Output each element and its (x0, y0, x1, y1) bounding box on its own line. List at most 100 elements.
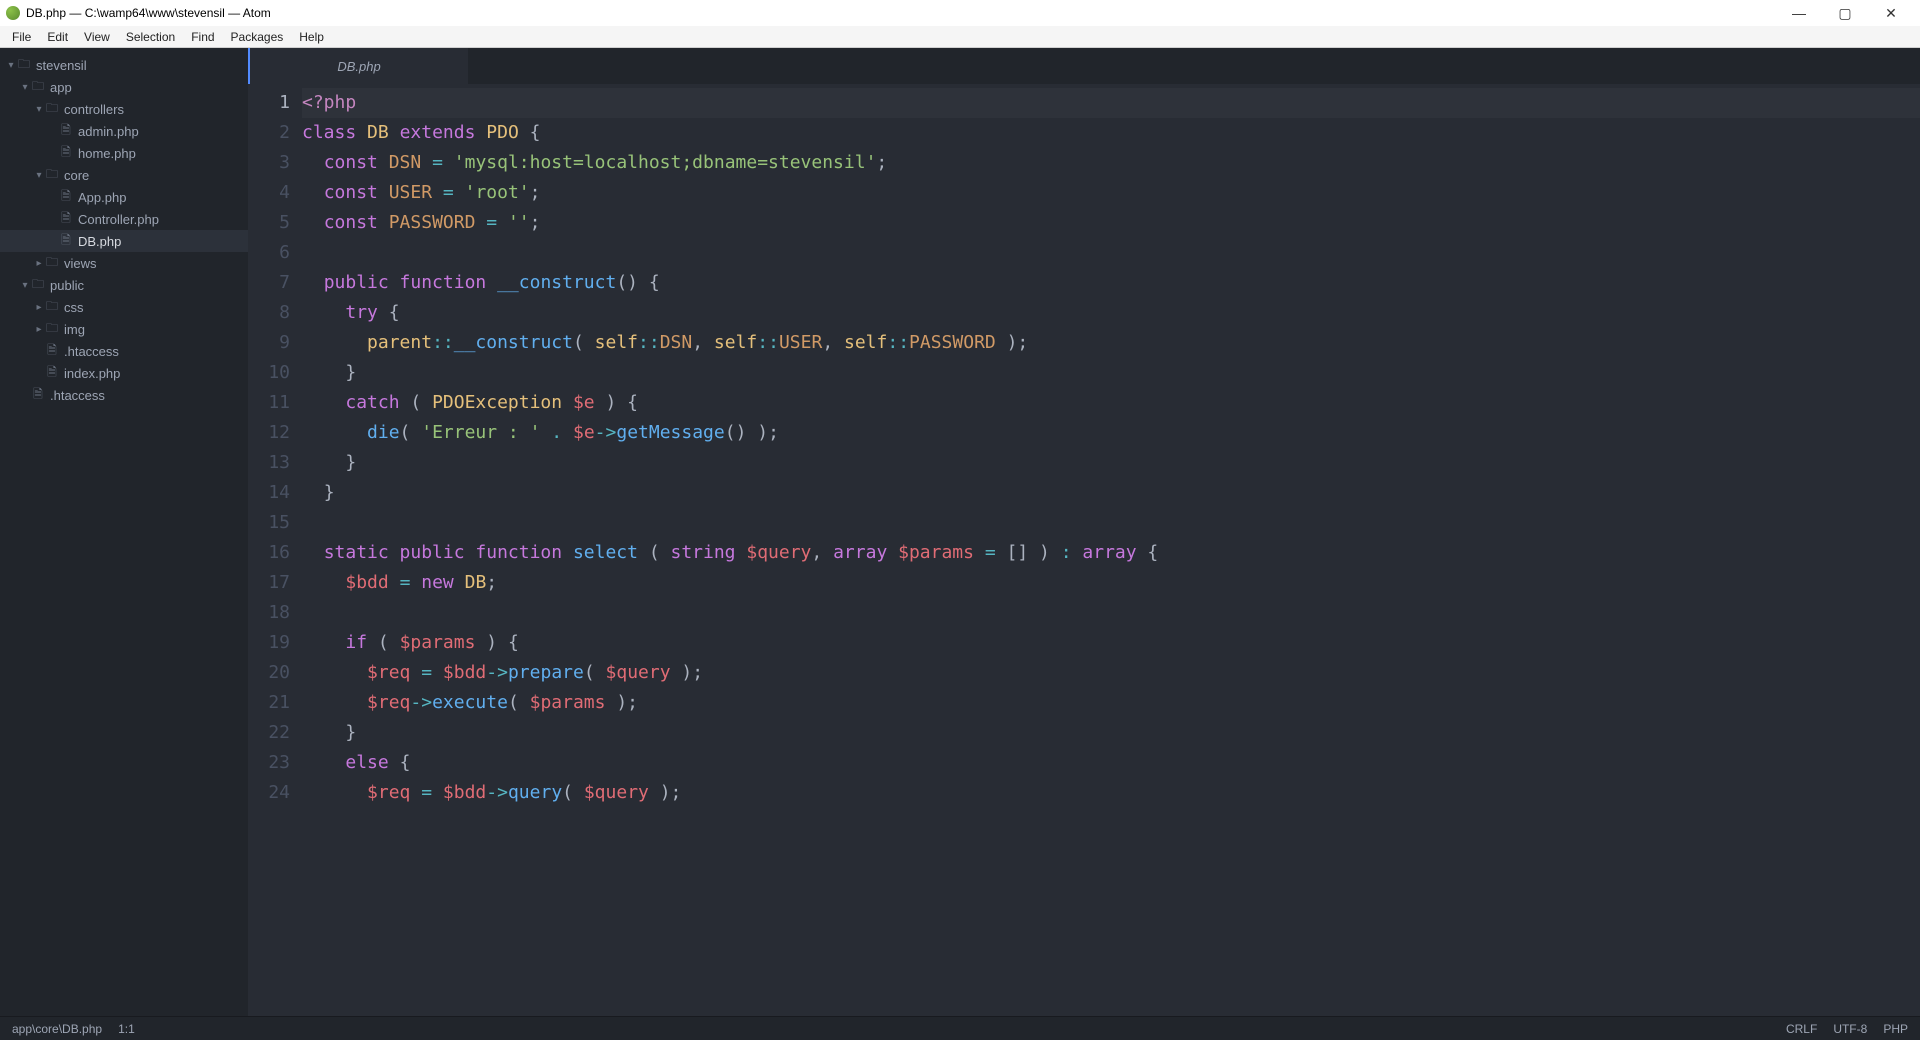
tree-folder-public[interactable]: public (0, 274, 248, 296)
line-number: 20 (248, 658, 290, 688)
code-editor[interactable]: 123456789101112131415161718192021222324 … (248, 84, 1920, 1016)
code-line[interactable]: const PASSWORD = ''; (302, 208, 1920, 238)
tree-folder-img[interactable]: img (0, 318, 248, 340)
menu-edit[interactable]: Edit (39, 30, 76, 44)
line-number: 12 (248, 418, 290, 448)
tree-item-label: css (64, 300, 84, 315)
code-line[interactable]: $req = $bdd->prepare( $query ); (302, 658, 1920, 688)
status-encoding[interactable]: UTF-8 (1833, 1022, 1867, 1036)
status-language[interactable]: PHP (1883, 1022, 1908, 1036)
disclosure-icon[interactable] (34, 170, 44, 181)
line-number: 7 (248, 268, 290, 298)
code-line[interactable]: try { (302, 298, 1920, 328)
disclosure-icon[interactable] (6, 60, 16, 71)
close-button[interactable]: ✕ (1868, 5, 1914, 22)
disclosure-icon[interactable] (20, 82, 30, 93)
menu-find[interactable]: Find (183, 30, 222, 44)
code-line[interactable]: } (302, 358, 1920, 388)
file-icon (58, 187, 74, 208)
tree-item-label: admin.php (78, 124, 139, 139)
status-eol[interactable]: CRLF (1786, 1022, 1817, 1036)
code-line[interactable]: $req = $bdd->query( $query ); (302, 778, 1920, 808)
menu-view[interactable]: View (76, 30, 118, 44)
maximize-button[interactable]: ▢ (1822, 5, 1868, 22)
code-line[interactable]: } (302, 478, 1920, 508)
file-icon (30, 385, 46, 406)
disclosure-icon[interactable] (20, 280, 30, 291)
code-content[interactable]: <?phpclass DB extends PDO { const DSN = … (302, 84, 1920, 1016)
tree-file-db-php[interactable]: DB.php (0, 230, 248, 252)
code-line[interactable]: class DB extends PDO { (302, 118, 1920, 148)
disclosure-icon[interactable] (34, 104, 44, 115)
menu-bar: FileEditViewSelectionFindPackagesHelp (0, 26, 1920, 48)
tree-folder-core[interactable]: core (0, 164, 248, 186)
file-icon (44, 341, 60, 362)
line-number: 17 (248, 568, 290, 598)
code-line[interactable]: parent::__construct( self::DSN, self::US… (302, 328, 1920, 358)
line-number-gutter: 123456789101112131415161718192021222324 (248, 84, 302, 1016)
line-number: 6 (248, 238, 290, 268)
disclosure-icon[interactable] (34, 258, 44, 269)
menu-help[interactable]: Help (291, 30, 332, 44)
tree-folder-controllers[interactable]: controllers (0, 98, 248, 120)
folder-icon (30, 77, 46, 98)
tree-file-index-php[interactable]: index.php (0, 362, 248, 384)
tree-file-admin-php[interactable]: admin.php (0, 120, 248, 142)
tree-file--htaccess[interactable]: .htaccess (0, 384, 248, 406)
file-icon (58, 121, 74, 142)
code-line[interactable] (302, 238, 1920, 268)
file-icon (58, 231, 74, 252)
tree-folder-app[interactable]: app (0, 76, 248, 98)
tree-item-label: .htaccess (64, 344, 119, 359)
menu-packages[interactable]: Packages (223, 30, 292, 44)
line-number: 22 (248, 718, 290, 748)
tab-bar: DB.php (248, 48, 1920, 84)
code-line[interactable]: else { (302, 748, 1920, 778)
tree-folder-stevensil[interactable]: stevensil (0, 54, 248, 76)
menu-selection[interactable]: Selection (118, 30, 183, 44)
line-number: 19 (248, 628, 290, 658)
tab-label: DB.php (337, 59, 380, 74)
code-line[interactable]: $bdd = new DB; (302, 568, 1920, 598)
code-line[interactable]: } (302, 718, 1920, 748)
line-number: 5 (248, 208, 290, 238)
status-bar: app\core\DB.php 1:1 CRLF UTF-8 PHP (0, 1016, 1920, 1040)
code-line[interactable]: <?php (302, 88, 1920, 118)
code-line[interactable]: die( 'Erreur : ' . $e->getMessage() ); (302, 418, 1920, 448)
editor-area: DB.php 123456789101112131415161718192021… (248, 48, 1920, 1016)
tree-item-label: DB.php (78, 234, 121, 249)
minimize-button[interactable]: — (1776, 5, 1822, 21)
tree-file-controller-php[interactable]: Controller.php (0, 208, 248, 230)
tree-file--htaccess[interactable]: .htaccess (0, 340, 248, 362)
window-title: DB.php — C:\wamp64\www\stevensil — Atom (26, 6, 1776, 20)
tab-db-php[interactable]: DB.php (248, 48, 468, 84)
file-icon (58, 143, 74, 164)
code-line[interactable]: static public function select ( string $… (302, 538, 1920, 568)
status-cursor[interactable]: 1:1 (118, 1022, 135, 1036)
code-line[interactable] (302, 508, 1920, 538)
tree-file-home-php[interactable]: home.php (0, 142, 248, 164)
tree-file-app-php[interactable]: App.php (0, 186, 248, 208)
file-tree[interactable]: stevensilapp controllers admin.php home.php… (0, 48, 248, 1016)
line-number: 3 (248, 148, 290, 178)
disclosure-icon[interactable] (34, 302, 44, 313)
code-line[interactable]: const USER = 'root'; (302, 178, 1920, 208)
code-line[interactable]: public function __construct() { (302, 268, 1920, 298)
line-number: 16 (248, 538, 290, 568)
line-number: 11 (248, 388, 290, 418)
status-filepath[interactable]: app\core\DB.php (12, 1022, 102, 1036)
code-line[interactable]: catch ( PDOException $e ) { (302, 388, 1920, 418)
code-line[interactable]: const DSN = 'mysql:host=localhost;dbname… (302, 148, 1920, 178)
tree-folder-views[interactable]: views (0, 252, 248, 274)
menu-file[interactable]: File (4, 30, 39, 44)
tree-item-label: img (64, 322, 85, 337)
tree-item-label: controllers (64, 102, 124, 117)
code-line[interactable]: } (302, 448, 1920, 478)
disclosure-icon[interactable] (34, 324, 44, 335)
folder-icon (44, 297, 60, 318)
code-line[interactable]: if ( $params ) { (302, 628, 1920, 658)
code-line[interactable]: $req->execute( $params ); (302, 688, 1920, 718)
tree-folder-css[interactable]: css (0, 296, 248, 318)
code-line[interactable] (302, 598, 1920, 628)
file-icon (58, 209, 74, 230)
